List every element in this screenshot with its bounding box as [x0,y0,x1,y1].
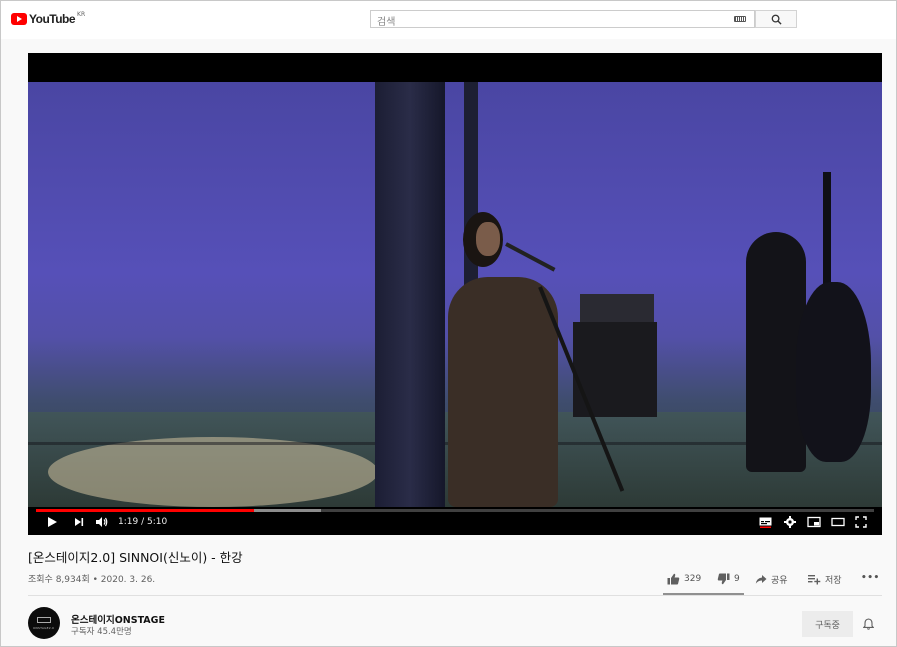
share-button[interactable]: 공유 [755,573,788,586]
search-input[interactable]: 검색 [370,10,755,28]
save-button[interactable]: 저장 [808,573,842,586]
double-bass [796,282,871,462]
dislike-count: 9 [734,574,740,584]
stage-light-pool [48,437,378,507]
keyboard-icon[interactable] [734,16,746,22]
stage-pillar [375,82,445,507]
more-actions-button[interactable]: ••• [861,573,880,583]
video-player[interactable]: 1:19 / 5:10 [28,53,882,535]
logo-region: KR [77,11,86,18]
like-button[interactable]: 329 [667,573,701,585]
bass-neck [823,172,831,292]
thumbs-up-icon [667,573,680,585]
youtube-logo[interactable]: YouTube KR [11,11,85,27]
subtitles-icon[interactable] [759,516,772,528]
divider [28,595,882,596]
avatar-text: ONSTAGE2.0 [33,626,55,630]
singer-face [476,222,500,256]
progress-played [36,509,254,512]
play-icon[interactable] [46,516,58,528]
time-display: 1:19 / 5:10 [118,517,168,527]
youtube-play-icon [11,13,27,25]
channel-avatar[interactable]: ONSTAGE2.0 [28,607,60,639]
progress-bar[interactable] [36,509,874,512]
settings-gear-icon[interactable] [784,516,796,528]
logo-text: YouTube [29,12,76,26]
search-icon [771,14,782,25]
singer-figure [448,277,558,507]
share-icon [755,575,767,584]
amplifier-head [580,294,654,324]
channel-name[interactable]: 온스테이지ONSTAGE [71,612,165,626]
share-label: 공유 [771,576,788,586]
next-icon[interactable] [73,516,85,528]
playlist-add-icon [808,575,821,585]
view-count-date: 조회수 8,934회 • 2020. 3. 26. [28,575,156,585]
search-placeholder: 검색 [377,17,396,28]
search-button[interactable] [755,10,797,28]
volume-icon[interactable] [95,516,108,528]
dislike-button[interactable]: 9 [717,573,740,585]
video-actions: 329 9 공유 저장 ••• [661,571,883,593]
channel-logo-mark [37,617,51,623]
thumbs-down-icon [717,573,730,585]
masthead: YouTube KR 검색 [1,1,896,39]
subscriber-count: 구독자 45.4만명 [71,627,132,637]
subscribe-button[interactable]: 구독중 [802,611,853,637]
video-frame [28,82,882,507]
notification-bell-icon[interactable] [863,618,874,630]
theater-mode-icon[interactable] [831,516,845,528]
like-count: 329 [684,574,702,584]
microphone [505,242,556,272]
miniplayer-icon[interactable] [807,516,821,528]
more-icon: ••• [861,573,880,583]
video-title: [온스테이지2.0] SINNOI(신노이) - 한강 [28,550,243,565]
fullscreen-icon[interactable] [855,516,867,528]
save-label: 저장 [825,576,842,586]
